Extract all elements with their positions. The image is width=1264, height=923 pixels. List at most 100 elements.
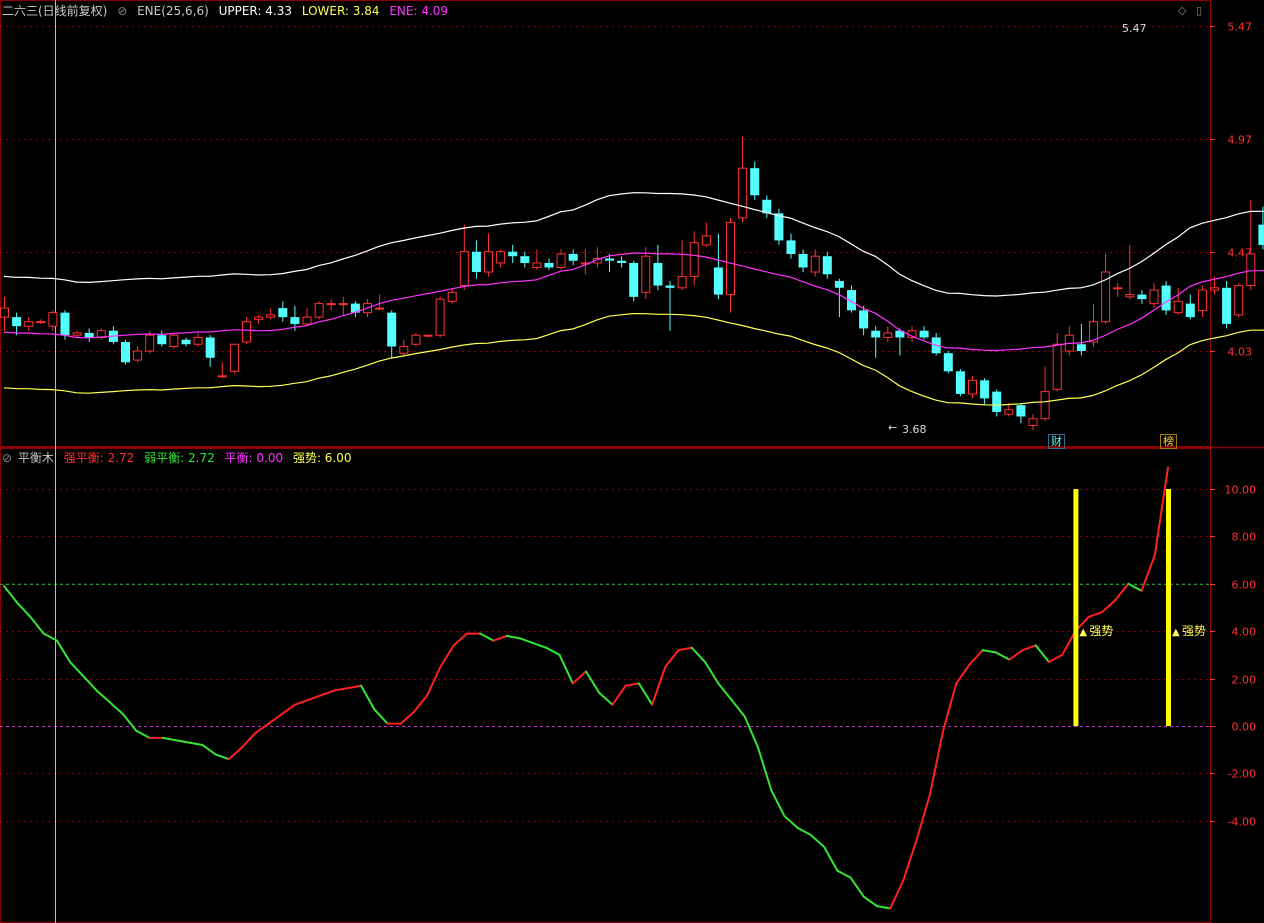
upper-value: UPPER: 4.33 xyxy=(218,4,292,18)
candle xyxy=(60,312,70,336)
candle xyxy=(617,260,627,263)
candle xyxy=(1113,287,1123,290)
balance-line-segment xyxy=(82,675,98,692)
balance-line-segment xyxy=(743,715,759,749)
balance-line-segment xyxy=(942,682,958,732)
balance-line-segment xyxy=(624,682,640,687)
strong-signal-bar xyxy=(1166,489,1171,726)
candle xyxy=(435,298,445,336)
balance-line-segment xyxy=(770,788,786,818)
badge-bang[interactable]: 榜 xyxy=(1160,434,1177,449)
candle xyxy=(1004,409,1014,415)
candle xyxy=(121,341,130,363)
bottom-tick-label: 4.00 xyxy=(1232,626,1257,639)
candle xyxy=(798,253,808,268)
candle xyxy=(871,330,881,338)
candle xyxy=(314,303,324,318)
balance-line-segment xyxy=(241,732,257,749)
ene-title: ENE(25,6,6) xyxy=(137,4,209,18)
candle xyxy=(387,312,397,347)
balance-line-segment xyxy=(55,639,72,664)
candle xyxy=(859,310,869,329)
balance-line-segment xyxy=(307,694,323,701)
balance-line-segment xyxy=(333,687,349,692)
scroll-icon[interactable]: ▯ xyxy=(1196,4,1202,17)
balance-line-segment xyxy=(915,793,931,841)
top-panel-frame xyxy=(0,0,1211,447)
balance-line-segment xyxy=(1021,644,1037,652)
candle xyxy=(665,285,675,288)
candle xyxy=(375,307,385,310)
badge-cai[interactable]: 财 xyxy=(1048,434,1065,449)
candle xyxy=(1173,300,1183,314)
balance-line-segment xyxy=(704,661,720,685)
weak-balance-value: 弱平衡: 2.72 xyxy=(144,451,215,465)
bottom-tick-label: -2.00 xyxy=(1228,768,1256,781)
balance-line-segment xyxy=(585,670,601,694)
balance-line-segment xyxy=(1114,582,1130,602)
bottom-tick-label: 2.00 xyxy=(1232,674,1257,687)
balance-line-segment xyxy=(3,585,19,604)
candle xyxy=(399,345,409,354)
balance-line-segment xyxy=(413,694,429,713)
diamond-icon[interactable]: ◇ xyxy=(1178,4,1186,17)
balance-line-segment xyxy=(1087,611,1103,618)
candle xyxy=(544,262,554,268)
balance-line-segment xyxy=(928,729,945,796)
balance-line-segment xyxy=(1140,554,1156,592)
candle xyxy=(701,235,711,246)
candle xyxy=(774,213,784,241)
strong-value: 强势: 6.00 xyxy=(292,451,352,465)
collapse-icon[interactable]: ⊘ xyxy=(2,451,12,465)
candle xyxy=(955,371,965,394)
ene-value: ENE: 4.09 xyxy=(389,4,449,18)
balance-line-segment xyxy=(598,691,614,706)
balance-line-segment xyxy=(452,632,468,647)
candle xyxy=(423,334,433,337)
balance-line-segment xyxy=(201,743,217,756)
candle xyxy=(980,380,990,399)
candle xyxy=(786,240,796,254)
candle xyxy=(1258,224,1264,245)
candle xyxy=(568,253,578,261)
strong-balance-value: 强平衡: 2.72 xyxy=(63,451,135,465)
candle xyxy=(1040,391,1050,420)
balance-line-segment xyxy=(849,876,865,898)
balance-line-segment xyxy=(836,869,852,879)
bottom-tick-label: 10.00 xyxy=(1225,484,1257,497)
candle xyxy=(302,316,312,325)
balance-line-segment xyxy=(981,649,998,654)
candle xyxy=(834,281,844,288)
candle xyxy=(1246,253,1256,287)
top-tick-label: 5.47 xyxy=(1228,21,1253,34)
balance-line-segment xyxy=(492,634,508,642)
balance-line-segment xyxy=(267,713,283,725)
candle xyxy=(532,262,542,268)
balance-line-segment xyxy=(1127,582,1143,592)
strong-signal-bar xyxy=(1073,489,1079,726)
candle xyxy=(738,167,748,219)
balance-line-segment xyxy=(611,684,627,706)
balance-line-segment xyxy=(651,665,667,706)
high-marker: 5.47 xyxy=(1122,22,1147,35)
signal-triangle-icon: ▲ xyxy=(1079,627,1087,638)
balance-line-segment xyxy=(161,736,177,742)
candle xyxy=(1161,285,1171,311)
candle xyxy=(810,255,820,273)
candle xyxy=(1185,303,1195,318)
candle xyxy=(84,332,94,338)
balance-line-segment xyxy=(280,703,296,716)
strong-signal-label: 强势 xyxy=(1182,624,1206,638)
indicator-title: 平衡木 xyxy=(17,451,54,465)
balance-line-segment xyxy=(227,746,244,761)
balance-line-segment xyxy=(545,646,561,656)
candle xyxy=(145,334,155,352)
candle xyxy=(677,276,687,289)
balance-line-segment xyxy=(532,642,548,649)
collapse-icon[interactable]: ⊘ xyxy=(117,4,127,18)
balance-line-segment xyxy=(889,879,905,910)
candle xyxy=(36,321,46,324)
candle xyxy=(266,314,276,318)
candle xyxy=(1234,285,1244,316)
balance-line-segment xyxy=(730,698,746,718)
